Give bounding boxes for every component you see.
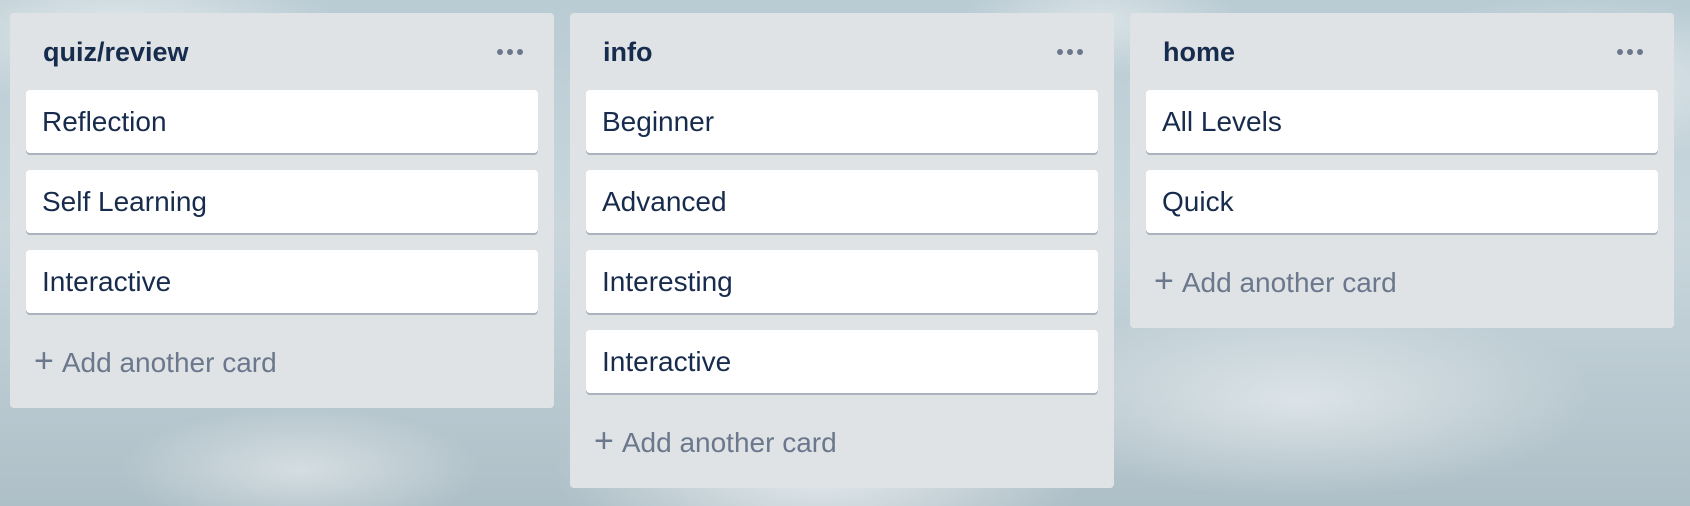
- list-quiz-review: quiz/review Reflection Self Learning Int…: [10, 13, 554, 408]
- add-card-button[interactable]: + Add another card: [586, 410, 1098, 476]
- card[interactable]: Beginner: [586, 90, 1098, 153]
- list-home: home All Levels Quick + Add another card: [1130, 13, 1674, 328]
- board: quiz/review Reflection Self Learning Int…: [10, 13, 1674, 488]
- card[interactable]: Quick: [1146, 170, 1658, 233]
- add-card-label: Add another card: [1181, 267, 1397, 298]
- add-card-button[interactable]: + Add another card: [26, 330, 538, 396]
- card[interactable]: All Levels: [1146, 90, 1658, 153]
- card[interactable]: Interesting: [586, 250, 1098, 313]
- add-card-label: Add another card: [61, 347, 277, 378]
- card[interactable]: Advanced: [586, 170, 1098, 233]
- card[interactable]: Reflection: [26, 90, 538, 153]
- add-card-button[interactable]: + Add another card: [1146, 250, 1658, 316]
- more-horizontal-icon[interactable]: [1612, 37, 1648, 67]
- card[interactable]: Interactive: [26, 250, 538, 313]
- list-title[interactable]: quiz/review: [43, 37, 189, 66]
- plus-icon: +: [594, 422, 614, 460]
- plus-icon: +: [34, 342, 54, 380]
- card[interactable]: Interactive: [586, 330, 1098, 393]
- more-horizontal-icon[interactable]: [492, 37, 528, 67]
- list-title[interactable]: home: [1163, 37, 1235, 66]
- list-header: info: [586, 13, 1098, 90]
- more-horizontal-icon[interactable]: [1052, 37, 1088, 67]
- list-info: info Beginner Advanced Interesting Inter…: [570, 13, 1114, 488]
- card[interactable]: Self Learning: [26, 170, 538, 233]
- list-header: quiz/review: [26, 13, 538, 90]
- add-card-label: Add another card: [621, 427, 837, 458]
- plus-icon: +: [1154, 262, 1174, 300]
- list-header: home: [1146, 13, 1658, 90]
- list-title[interactable]: info: [603, 37, 652, 66]
